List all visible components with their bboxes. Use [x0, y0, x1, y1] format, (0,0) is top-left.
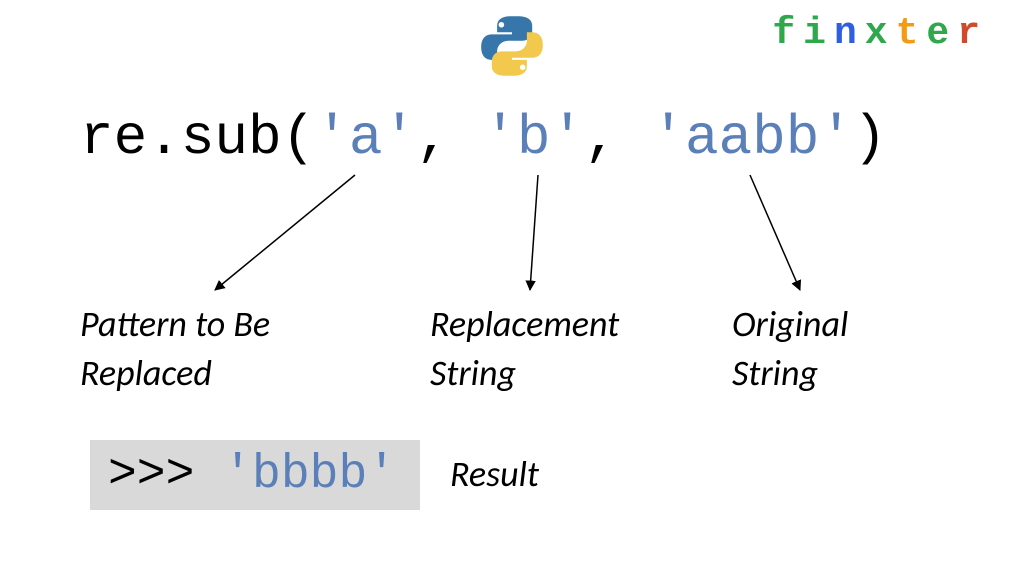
brand-letter: e	[926, 12, 957, 55]
result-label: Result	[450, 452, 539, 496]
brand-letter: i	[803, 12, 834, 55]
annotation-replacement: Replacement String	[430, 300, 690, 397]
code-open: (	[282, 106, 316, 170]
brand-letter: t	[896, 12, 927, 55]
brand-letter: r	[957, 12, 988, 55]
code-arg1: 'a'	[315, 106, 416, 170]
code-func: re.sub	[80, 106, 282, 170]
arrow-arg3-icon	[750, 175, 800, 290]
python-logo-icon	[478, 12, 546, 80]
annotation-pattern-line1: Pattern to Be	[80, 302, 270, 346]
code-sep2: ,	[584, 106, 651, 170]
annotation-original-line2: String	[732, 351, 818, 395]
diagram-stage: finxter re.sub('a', 'b', 'aabb') Pattern…	[0, 0, 1024, 576]
result-box: >>> 'bbbb'	[90, 440, 420, 510]
annotation-pattern-line2: Replaced	[80, 351, 212, 395]
result-prompt: >>>	[108, 448, 223, 502]
code-arg3: 'aabb'	[651, 106, 853, 170]
code-close: )	[853, 106, 887, 170]
annotation-original-line1: Original	[732, 302, 848, 346]
code-sep1: ,	[416, 106, 483, 170]
code-expression: re.sub('a', 'b', 'aabb')	[80, 106, 887, 170]
annotation-replacement-line1: Replacement	[430, 302, 619, 346]
result-value: 'bbbb'	[223, 448, 396, 502]
arrow-arg1-icon	[215, 175, 355, 290]
finxter-brand: finxter	[772, 12, 988, 55]
annotation-replacement-line2: String	[430, 351, 516, 395]
annotation-original: Original String	[732, 300, 952, 397]
brand-letter: n	[834, 12, 865, 55]
arrow-arg2-icon	[530, 175, 538, 290]
brand-letter: x	[865, 12, 896, 55]
brand-letter: f	[772, 12, 803, 55]
code-arg2: 'b'	[483, 106, 584, 170]
annotation-pattern: Pattern to Be Replaced	[80, 300, 380, 397]
